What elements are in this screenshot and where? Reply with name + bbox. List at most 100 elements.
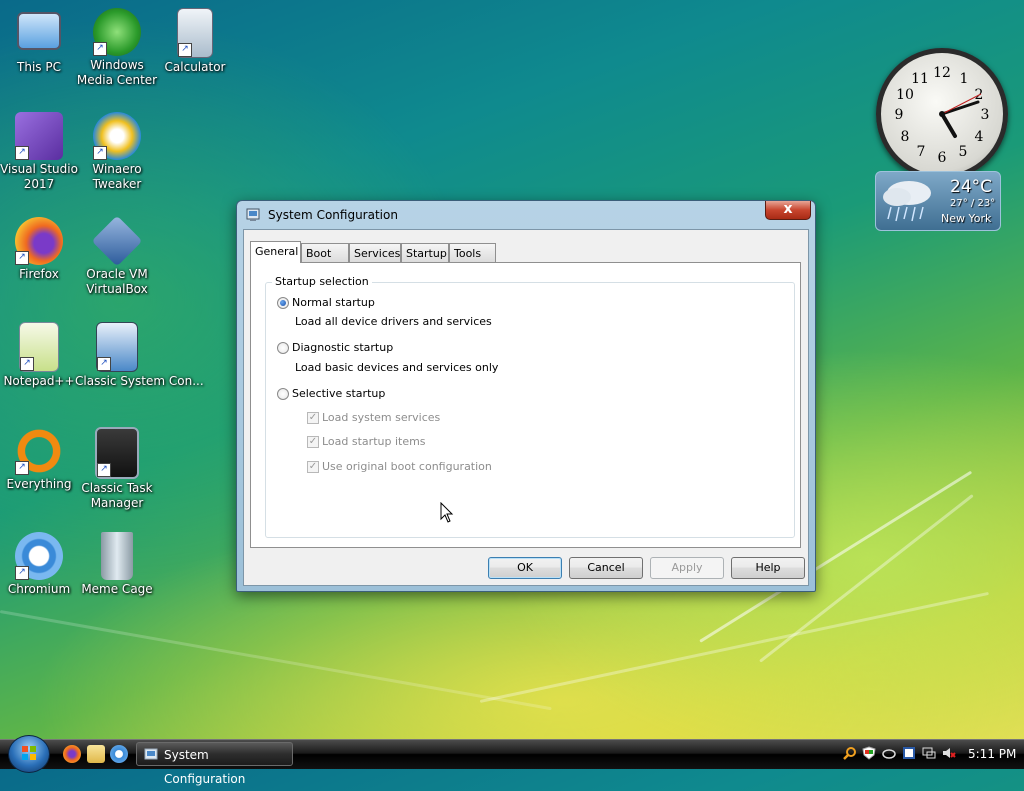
desktop-icon-label: This PC <box>17 60 61 74</box>
desktop-icon-firefox[interactable]: ↗ Firefox <box>0 217 81 282</box>
winaero-tweaker-icon: ↗ <box>93 112 141 160</box>
close-button[interactable]: x <box>765 201 811 220</box>
selective-startup-radio[interactable] <box>277 388 289 400</box>
shortcut-arrow-icon: ↗ <box>93 42 107 56</box>
tab-services[interactable]: Services <box>349 243 401 262</box>
system-configuration-dialog: System Configuration x General Boot Serv… <box>236 200 816 592</box>
cloud-icon[interactable] <box>882 746 896 760</box>
clock-minute-hand <box>940 100 980 116</box>
clock-numeral: 9 <box>895 107 904 123</box>
desktop-icon-chromium[interactable]: ↗ Chromium <box>0 532 81 597</box>
windows-media-center-icon: ↗ <box>93 8 141 56</box>
desktop-icon-classic-system-config[interactable]: ↗ Classic System Con... <box>75 322 204 389</box>
taskbar-button-system-configuration[interactable]: System Configuration <box>136 742 293 786</box>
desktop-icon-everything[interactable]: ↗ Everything <box>0 427 81 492</box>
clock-face: 12 1 2 3 4 5 6 7 8 9 10 11 <box>895 65 990 166</box>
desktop-icon-classic-task-manager[interactable]: ↗ Classic Task Manager <box>75 427 159 511</box>
diagnostic-startup-radio[interactable] <box>277 342 289 354</box>
clock-gadget[interactable]: 12 1 2 3 4 5 6 7 8 9 10 11 <box>876 48 1008 180</box>
weather-temperature: 24°C <box>950 177 993 197</box>
weather-gadget[interactable]: 24°C 27° / 23° New York <box>875 171 1001 231</box>
desktop-icon-calculator[interactable]: ↗ Calculator <box>153 8 237 75</box>
group-label: Startup selection <box>272 275 372 288</box>
normal-startup-label[interactable]: Normal startup <box>292 296 375 309</box>
clock-numeral: 7 <box>917 144 926 160</box>
firefox-icon: ↗ <box>15 217 63 265</box>
virtualbox-icon <box>91 215 143 267</box>
help-button[interactable]: Help <box>731 557 805 579</box>
load-startup-items-label: Load startup items <box>322 435 426 448</box>
volume-muted-icon[interactable] <box>942 746 956 760</box>
normal-startup-radio[interactable] <box>277 297 289 309</box>
clock-numeral: 5 <box>959 144 968 160</box>
diagnostic-startup-label[interactable]: Diagnostic startup <box>292 341 393 354</box>
tab-tools[interactable]: Tools <box>449 243 496 262</box>
load-system-services-label: Load system services <box>322 411 441 424</box>
desktop-icon-label: Calculator <box>164 60 226 74</box>
desktop-icon-this-pc[interactable]: This PC <box>0 8 81 75</box>
firefox-icon[interactable] <box>63 745 81 763</box>
ok-button[interactable]: OK <box>488 557 562 579</box>
wallpaper-streak <box>479 591 989 703</box>
calculator-icon: ↗ <box>177 8 213 58</box>
normal-startup-description: Load all device drivers and services <box>295 315 492 328</box>
desktop-icon-windows-media-center[interactable]: ↗ Windows Media Center <box>75 8 159 88</box>
tab-boot[interactable]: Boot <box>301 243 349 262</box>
general-tab-panel: Startup selection Normal startup Load al… <box>250 262 801 548</box>
dialog-titlebar[interactable]: System Configuration x <box>237 201 815 229</box>
network-icon[interactable] <box>922 746 936 760</box>
everything-search-icon: ↗ <box>15 427 63 475</box>
system-configuration-icon <box>246 208 260 221</box>
clock-numeral: 12 <box>933 65 951 81</box>
cancel-button[interactable]: Cancel <box>569 557 643 579</box>
visual-studio-icon: ↗ <box>15 112 63 160</box>
tab-general[interactable]: General <box>250 241 301 263</box>
shield-icon[interactable] <box>862 746 876 760</box>
chromium-icon[interactable] <box>110 745 128 763</box>
shortcut-arrow-icon: ↗ <box>20 357 34 371</box>
desktop-icon-label: Firefox <box>19 267 59 281</box>
desktop-icon-label: Chromium <box>7 582 71 596</box>
desktop-icon-winaero-tweaker[interactable]: ↗ Winaero Tweaker <box>75 112 159 192</box>
selective-startup-label[interactable]: Selective startup <box>292 387 385 400</box>
flag-icon[interactable] <box>902 746 916 760</box>
desktop-icon-label: Classic Task Manager <box>81 481 153 510</box>
clock-numeral: 8 <box>901 129 910 145</box>
clock-numeral: 4 <box>975 129 984 145</box>
taskbar-button-label: System Configuration <box>164 748 246 786</box>
desktop-icon-visual-studio[interactable]: ↗ Visual Studio 2017 <box>0 112 81 192</box>
desktop-icon-virtualbox[interactable]: Oracle VM VirtualBox <box>75 215 159 297</box>
clock-numeral: 1 <box>960 71 969 87</box>
windows-logo-icon <box>22 746 36 760</box>
shortcut-arrow-icon: ↗ <box>15 566 29 580</box>
start-button[interactable] <box>8 735 50 773</box>
shortcut-arrow-icon: ↗ <box>15 251 29 265</box>
rain-cloud-icon <box>883 181 931 222</box>
taskbar: System Configuration 5:11 PM <box>0 735 1024 786</box>
apply-button: Apply <box>650 557 724 579</box>
desktop-icon-label: Notepad++ <box>3 374 75 388</box>
desktop-icon-label: Windows Media Center <box>76 58 158 87</box>
computer-icon <box>17 12 61 50</box>
shortcut-arrow-icon: ↗ <box>15 461 29 475</box>
tab-startup[interactable]: Startup <box>401 243 449 262</box>
search-icon[interactable] <box>843 746 857 760</box>
startup-selection-group: Startup selection Normal startup Load al… <box>265 275 795 538</box>
desktop-icon-notepad-plus-plus[interactable]: ↗ Notepad++ <box>0 322 81 389</box>
folder-icon[interactable] <box>87 745 105 763</box>
taskbar-clock[interactable]: 5:11 PM <box>968 747 1016 761</box>
system-configuration-icon: ↗ <box>96 322 138 372</box>
desktop-icon-label: Oracle VM VirtualBox <box>86 267 148 296</box>
shortcut-arrow-icon: ↗ <box>178 43 192 57</box>
desktop-icon-label: Winaero Tweaker <box>92 162 142 191</box>
shortcut-arrow-icon: ↗ <box>15 146 29 160</box>
system-configuration-icon <box>144 748 158 760</box>
desktop-icon-meme-cage[interactable]: Meme Cage <box>75 532 159 597</box>
desktop-icon-label: Classic System Con... <box>75 374 204 388</box>
use-original-boot-config-checkbox: ✓ <box>307 461 319 473</box>
dialog-title: System Configuration <box>268 208 398 222</box>
desktop-icon-label: Visual Studio 2017 <box>0 162 78 191</box>
dialog-client-area: General Boot Services Startup Tools Star… <box>243 229 809 586</box>
load-system-services-checkbox: ✓ <box>307 412 319 424</box>
clock-numeral: 11 <box>911 71 929 87</box>
